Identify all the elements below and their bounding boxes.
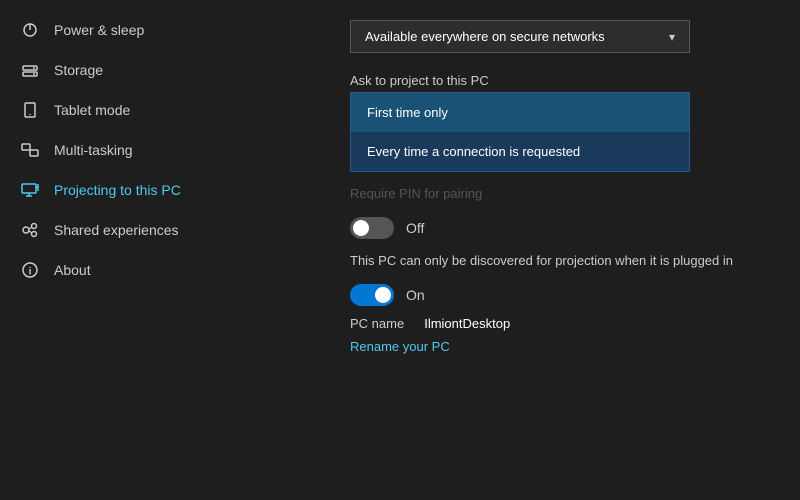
sidebar-item-tablet-mode[interactable]: Tablet mode (0, 90, 320, 130)
multi-tasking-icon (20, 140, 40, 160)
discoverable-description: This PC can only be discovered for proje… (350, 253, 770, 268)
chevron-down-icon: ▾ (669, 30, 675, 44)
require-pin-toggle-label: Off (406, 220, 424, 236)
discoverable-toggle[interactable] (350, 284, 394, 306)
ask-project-dropdown-menu: First time only Every time a connection … (350, 92, 690, 172)
sidebar: Power & sleep Storage Tablet mode (0, 0, 320, 500)
availability-dropdown-value: Available everywhere on secure networks (365, 29, 605, 44)
ask-project-label: Ask to project to this PC (350, 73, 770, 88)
toggle-knob-on (375, 287, 391, 303)
rename-pc-link[interactable]: Rename your PC (350, 339, 450, 354)
sidebar-item-about-label: About (54, 262, 91, 278)
sidebar-item-power-sleep[interactable]: Power & sleep (0, 10, 320, 50)
toggle-knob (353, 220, 369, 236)
sidebar-item-tablet-mode-label: Tablet mode (54, 102, 130, 118)
dropdown-option-first-time[interactable]: First time only (351, 93, 689, 132)
pc-name-label: PC name (350, 316, 404, 331)
sidebar-item-shared-experiences[interactable]: Shared experiences (0, 210, 320, 250)
pc-name-value: IlmiontDesktop (424, 316, 510, 331)
require-pin-label: Require PIN for pairing (350, 186, 770, 201)
require-pin-toggle[interactable] (350, 217, 394, 239)
power-sleep-icon (20, 20, 40, 40)
sidebar-item-power-sleep-label: Power & sleep (54, 22, 144, 38)
svg-text:i: i (29, 267, 32, 278)
availability-dropdown[interactable]: Available everywhere on secure networks … (350, 20, 690, 53)
pc-name-row: PC name IlmiontDesktop (350, 316, 770, 331)
discoverable-toggle-row: On (350, 284, 770, 306)
sidebar-item-about[interactable]: i About (0, 250, 320, 290)
sidebar-item-multi-tasking[interactable]: Multi-tasking (0, 130, 320, 170)
discoverable-toggle-label: On (406, 287, 425, 303)
main-content: Available everywhere on secure networks … (320, 0, 800, 500)
shared-experiences-icon (20, 220, 40, 240)
sidebar-item-projecting[interactable]: Projecting to this PC (0, 170, 320, 210)
sidebar-item-projecting-label: Projecting to this PC (54, 182, 181, 198)
sidebar-item-multi-tasking-label: Multi-tasking (54, 142, 133, 158)
arrow-decoration (320, 78, 330, 121)
about-icon: i (20, 260, 40, 280)
tablet-mode-icon (20, 100, 40, 120)
sidebar-item-storage-label: Storage (54, 62, 103, 78)
storage-icon (20, 60, 40, 80)
availability-dropdown-container: Available everywhere on secure networks … (350, 20, 770, 53)
sidebar-item-storage[interactable]: Storage (0, 50, 320, 90)
require-pin-toggle-row: Off (350, 217, 770, 239)
dropdown-option-every-time[interactable]: Every time a connection is requested (351, 132, 689, 171)
sidebar-item-shared-experiences-label: Shared experiences (54, 222, 179, 238)
projecting-icon (20, 180, 40, 200)
